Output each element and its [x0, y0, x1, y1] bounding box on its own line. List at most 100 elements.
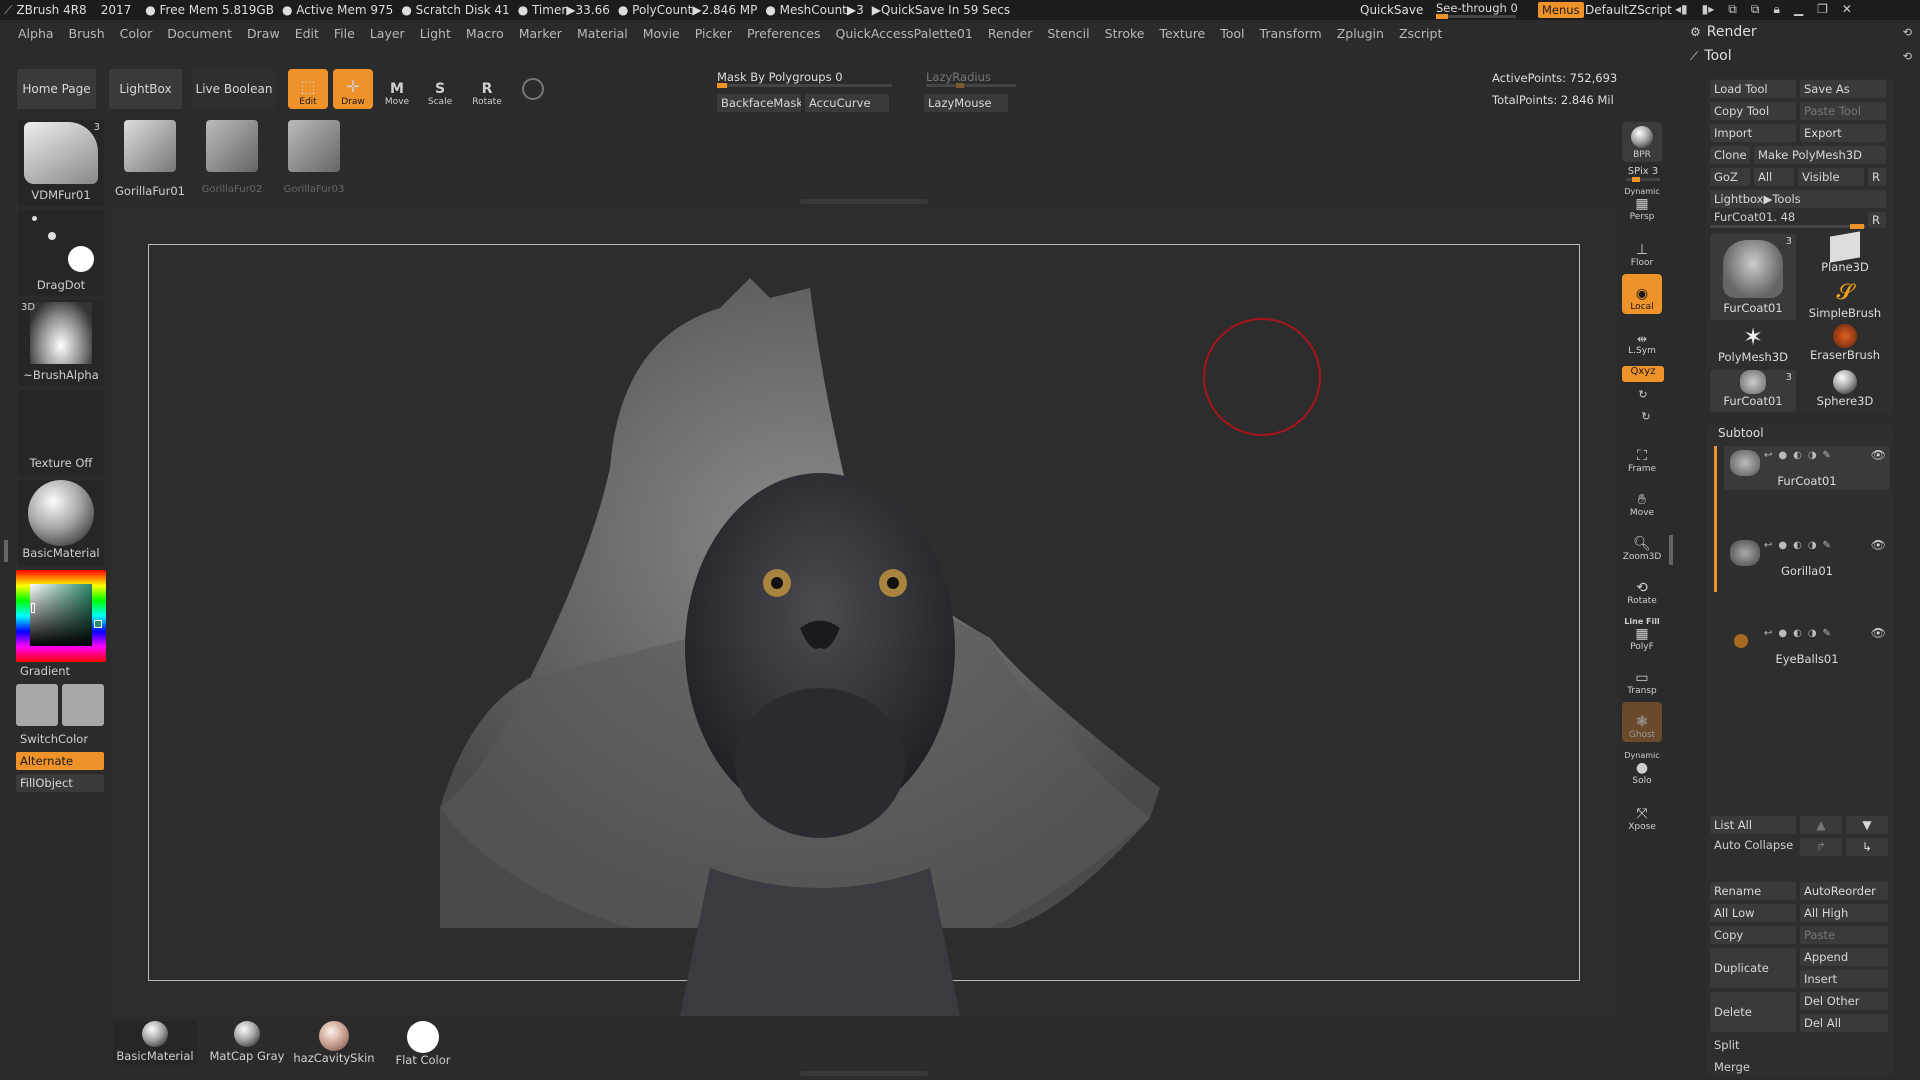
secondary-color-swatch[interactable]: [62, 684, 104, 726]
color-square[interactable]: [30, 584, 92, 646]
auto-collapse-label[interactable]: Auto Collapse: [1714, 838, 1793, 852]
menu-file[interactable]: File: [334, 26, 355, 41]
tool-thumb-sphere3d[interactable]: Sphere3D: [1802, 370, 1888, 412]
rotate-view-button[interactable]: ⟲ Rotate: [1622, 568, 1662, 608]
del-all-button[interactable]: Del All: [1800, 1014, 1888, 1032]
subtool-item-furcoat01[interactable]: ↩●◐◑✎ 👁︎ FurCoat01: [1724, 446, 1890, 490]
see-through-slider[interactable]: See-through 0: [1436, 1, 1536, 19]
move-button[interactable]: M Move: [377, 69, 417, 109]
goz-all-button[interactable]: All: [1754, 168, 1794, 186]
stroke-selector[interactable]: DragDot: [18, 210, 104, 296]
del-other-button[interactable]: Del Other: [1800, 992, 1888, 1010]
menu-document[interactable]: Document: [167, 26, 232, 41]
color-picker[interactable]: [16, 570, 106, 662]
tool-thumb-eraserbrush[interactable]: EraserBrush: [1802, 324, 1888, 366]
goz-r-button[interactable]: R: [1868, 168, 1886, 186]
texture-selector[interactable]: Texture Off: [18, 390, 104, 476]
paste-button[interactable]: Paste: [1800, 926, 1888, 944]
menu-edit[interactable]: Edit: [295, 26, 319, 41]
material-hazcavityskin[interactable]: hazCavitySkin: [292, 1021, 376, 1065]
move-up-icon[interactable]: ▲: [1800, 816, 1842, 834]
brush-thumb-gorillafur03[interactable]: GorillaFur03: [279, 120, 349, 200]
tool-r-button[interactable]: R: [1868, 212, 1886, 228]
tool-thumb-furcoat01[interactable]: 3 FurCoat01: [1710, 234, 1796, 320]
goz-button[interactable]: GoZ: [1710, 168, 1750, 186]
material-basic[interactable]: BasicMaterial: [113, 1021, 197, 1065]
alpha-selector[interactable]: 3D ~BrushAlpha: [18, 300, 104, 386]
goz-visible-button[interactable]: Visible: [1798, 168, 1864, 186]
menu-draw[interactable]: Draw: [247, 26, 280, 41]
fillobject-button[interactable]: FillObject: [16, 774, 104, 792]
main-color-swatch[interactable]: [16, 684, 58, 726]
left-tray-handle[interactable]: [4, 540, 9, 562]
subtool-toggles[interactable]: ↩●◐◑✎: [1764, 540, 1837, 551]
scale-button[interactable]: S Scale: [420, 69, 460, 109]
bpr-button[interactable]: BPR: [1622, 122, 1662, 162]
menu-quickaccess[interactable]: QuickAccessPalette01: [836, 26, 973, 41]
tool-thumb-furcoat01-b[interactable]: 3 FurCoat01: [1710, 370, 1796, 412]
menu-render[interactable]: Render: [988, 26, 1033, 41]
rotate-button[interactable]: R Rotate: [467, 69, 507, 109]
append-button[interactable]: Append: [1800, 948, 1888, 966]
material-matcap-gray[interactable]: MatCap Gray: [205, 1021, 289, 1065]
menu-material[interactable]: Material: [577, 26, 628, 41]
live-boolean-button[interactable]: Live Boolean: [193, 69, 275, 109]
alternate-button[interactable]: Alternate: [16, 752, 104, 770]
lsym-button[interactable]: ⇹ L.Sym: [1622, 318, 1662, 358]
mask-by-polygroups-slider[interactable]: Mask By Polygroups 0: [717, 70, 892, 88]
minimize-icon[interactable]: ▁: [1794, 2, 1803, 17]
visibility-eye-icon[interactable]: 👁︎: [1871, 626, 1886, 640]
menu-stroke[interactable]: Stroke: [1105, 26, 1145, 41]
restore-icon[interactable]: ❐: [1817, 2, 1828, 17]
menu-stencil[interactable]: Stencil: [1047, 26, 1089, 41]
right-tray-handle[interactable]: [1668, 535, 1673, 565]
load-tool-button[interactable]: Load Tool: [1710, 80, 1796, 98]
palette2-icon[interactable]: ⧉: [1751, 2, 1760, 17]
tool-palette-header[interactable]: ⟋ Tool ⟲: [1690, 46, 1912, 66]
current-tool-slider[interactable]: FurCoat01. 48: [1710, 210, 1866, 229]
polyframe-icon[interactable]: [522, 78, 544, 100]
menu-tool[interactable]: Tool: [1220, 26, 1244, 41]
lightbox-button[interactable]: LightBox: [109, 69, 182, 109]
lazymouse-button[interactable]: LazyMouse: [924, 94, 1008, 112]
spix-slider[interactable]: SPix 3: [1622, 166, 1664, 182]
shelf-collapse-handle[interactable]: [800, 199, 928, 204]
merge-button[interactable]: Merge: [1714, 1060, 1750, 1074]
render-palette-header[interactable]: ⚙ Render ⟲: [1690, 22, 1912, 42]
polyf-button[interactable]: Line Fill ▦ PolyF: [1622, 612, 1662, 654]
xyz-button[interactable]: Qxyz: [1622, 366, 1664, 382]
accucurve-button[interactable]: AccuCurve: [805, 94, 889, 112]
quicksave-button[interactable]: QuickSave: [1360, 3, 1423, 17]
move-view-button[interactable]: ✋︎ Move: [1622, 480, 1662, 520]
rename-button[interactable]: Rename: [1710, 882, 1796, 900]
menu-movie[interactable]: Movie: [643, 26, 680, 41]
palette-icon[interactable]: ⧉: [1728, 2, 1737, 17]
move-down-icon[interactable]: ▼: [1846, 816, 1888, 834]
lock-icon[interactable]: 🔒︎: [1773, 2, 1779, 17]
tool-thumb-simplebrush[interactable]: 𝓢 SimpleBrush: [1802, 280, 1888, 322]
persp-button[interactable]: Dynamic ▦ Persp: [1622, 184, 1662, 224]
menu-preferences[interactable]: Preferences: [747, 26, 821, 41]
subtool-scroll-indicator[interactable]: [1714, 446, 1717, 592]
render-reset-icon[interactable]: ⟲: [1903, 26, 1912, 39]
menu-layer[interactable]: Layer: [370, 26, 405, 41]
save-as-button[interactable]: Save As: [1800, 80, 1886, 98]
brush-selector[interactable]: 3 VDMFur01: [18, 120, 104, 206]
menu-picker[interactable]: Picker: [695, 26, 732, 41]
layout-icon[interactable]: ◂▮: [1675, 2, 1688, 17]
paste-tool-button[interactable]: Paste Tool: [1800, 102, 1886, 120]
solo-button[interactable]: Dynamic ● Solo: [1622, 746, 1662, 788]
visibility-eye-icon[interactable]: 👁︎: [1871, 448, 1886, 462]
backface-mask-button[interactable]: BackfaceMask: [717, 94, 801, 112]
list-all-button[interactable]: List All: [1710, 816, 1796, 834]
make-polymesh-button[interactable]: Make PolyMesh3D: [1754, 146, 1886, 164]
menus-toggle[interactable]: Menus: [1538, 2, 1584, 18]
all-low-button[interactable]: All Low: [1710, 904, 1796, 922]
frame-button[interactable]: ⛶ Frame: [1622, 436, 1662, 476]
clone-button[interactable]: Clone: [1710, 146, 1750, 164]
menu-zscript[interactable]: Zscript: [1399, 26, 1442, 41]
draw-button[interactable]: ✛ Draw: [333, 69, 373, 109]
export-button[interactable]: Export: [1800, 124, 1886, 142]
import-button[interactable]: Import: [1710, 124, 1796, 142]
xpose-button[interactable]: ⤧ Xpose: [1622, 794, 1662, 834]
